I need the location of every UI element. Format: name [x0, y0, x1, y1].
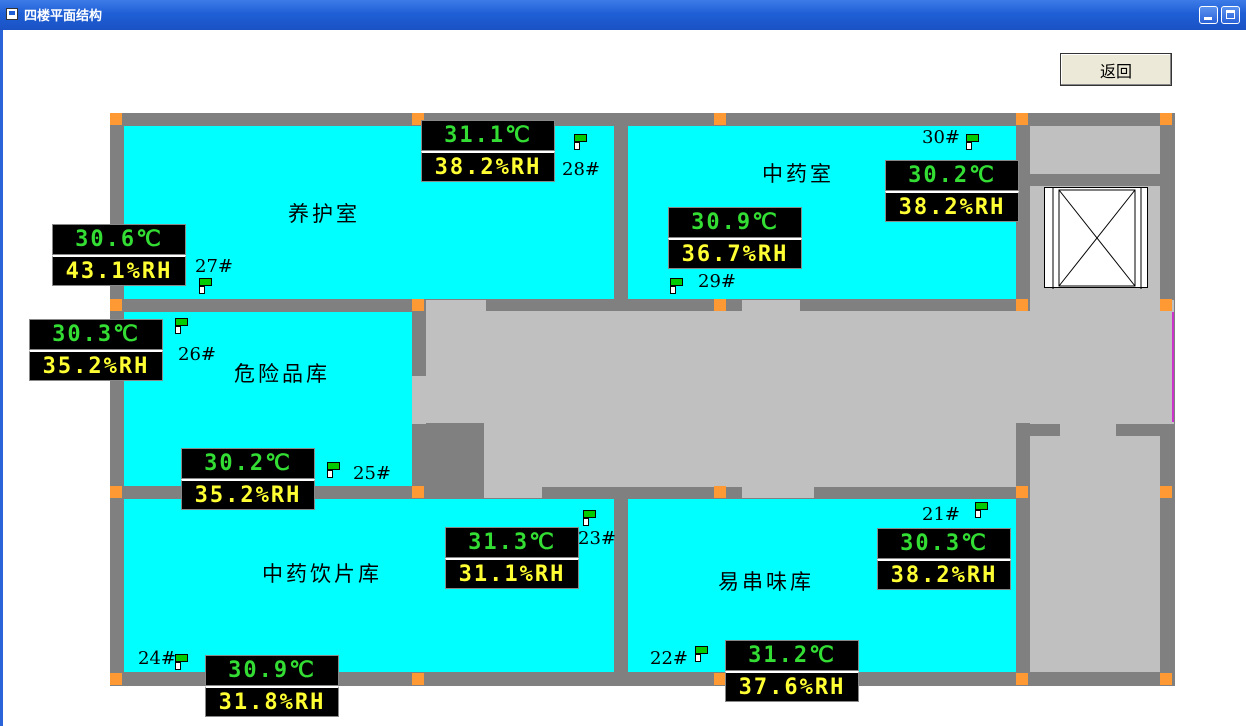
humidity-value: 36.7%RH	[668, 238, 802, 269]
humidity-value: 35.2%RH	[181, 479, 315, 510]
room-label-yinpian: 中药饮片库	[262, 562, 382, 586]
sensor-id-25: 25#	[353, 463, 391, 484]
sensor-reading-22[interactable]: 31.2℃ 37.6%RH	[725, 640, 859, 702]
corridor-wall-stub	[1016, 424, 1060, 436]
sensor-reading-24[interactable]: 30.9℃ 31.8%RH	[205, 655, 339, 717]
temperature-value: 30.9℃	[205, 655, 339, 686]
sensor-flag-icon[interactable]	[692, 646, 708, 662]
temperature-value: 31.1℃	[421, 120, 555, 151]
humidity-value: 38.2%RH	[421, 151, 555, 182]
pillar	[714, 486, 726, 498]
sensor-flag-icon[interactable]	[972, 502, 988, 518]
humidity-value: 43.1%RH	[52, 255, 186, 286]
humidity-value: 38.2%RH	[885, 191, 1019, 222]
corridor-wall-left	[412, 376, 426, 424]
pillar	[714, 299, 726, 311]
pillar	[110, 486, 122, 498]
sensor-id-29: 29#	[698, 271, 736, 292]
room-label-yanghu: 养护室	[288, 202, 360, 226]
temperature-value: 30.6℃	[52, 224, 186, 255]
pillar	[1160, 113, 1172, 125]
elevator-shaft	[1044, 187, 1148, 289]
temperature-value: 30.9℃	[668, 207, 802, 238]
corridor-lower	[542, 423, 1016, 487]
sensor-flag-icon[interactable]	[571, 134, 587, 150]
pillar	[1160, 673, 1172, 685]
humidity-value: 31.8%RH	[205, 686, 339, 717]
pillar	[412, 486, 424, 498]
sensor-reading-29[interactable]: 30.9℃ 36.7%RH	[668, 207, 802, 269]
sensor-flag-icon[interactable]	[172, 318, 188, 334]
sensor-reading-30[interactable]: 30.2℃ 38.2%RH	[885, 160, 1019, 222]
sensor-id-26: 26#	[178, 344, 216, 365]
sensor-id-22: 22#	[650, 648, 688, 669]
temperature-value: 30.2℃	[885, 160, 1019, 191]
sensor-reading-21[interactable]: 30.3℃ 38.2%RH	[877, 528, 1011, 590]
sensor-id-30: 30#	[922, 127, 960, 148]
humidity-value: 37.6%RH	[725, 671, 859, 702]
corridor-lower-left	[484, 423, 542, 498]
pillar	[1160, 299, 1172, 311]
pillar	[412, 299, 424, 311]
sensor-id-28: 28#	[562, 159, 600, 180]
right-wing-bottom-gap	[1060, 423, 1116, 437]
sensor-id-27: 27#	[195, 256, 233, 277]
sensor-id-23: 23#	[578, 528, 616, 549]
pillar	[1016, 299, 1028, 311]
elevator-cross-icon	[1052, 188, 1142, 289]
sensor-reading-23[interactable]: 31.3℃ 31.1%RH	[445, 527, 579, 589]
sensor-reading-25[interactable]: 30.2℃ 35.2%RH	[181, 448, 315, 510]
humidity-value: 35.2%RH	[29, 350, 163, 381]
temperature-value: 30.3℃	[29, 319, 163, 350]
temperature-value: 30.2℃	[181, 448, 315, 479]
pillar	[1016, 113, 1028, 125]
humidity-value: 38.2%RH	[877, 559, 1011, 590]
sensor-flag-icon[interactable]	[196, 278, 212, 294]
temperature-value: 30.3℃	[877, 528, 1011, 559]
sensor-id-24: 24#	[138, 648, 176, 669]
right-wing-bottom	[1030, 436, 1160, 672]
temperature-value: 31.2℃	[725, 640, 859, 671]
room-label-weixianpin: 危险品库	[234, 362, 330, 386]
room-label-yichuanwei: 易串味库	[718, 570, 814, 594]
sensor-flag-icon[interactable]	[963, 134, 979, 150]
pillar	[1016, 673, 1028, 685]
pillar	[110, 673, 122, 685]
pillar	[1016, 486, 1028, 498]
right-wing-hall	[1030, 300, 1174, 424]
floor-plan: 养护室 中药室 危险品库 中药饮片库 易串味库 30.6℃ 43.1%RH 27…	[0, 0, 1246, 726]
sensor-flag-icon[interactable]	[172, 654, 188, 670]
sensor-flag-icon[interactable]	[580, 510, 596, 526]
corridor-lower-door	[742, 486, 814, 498]
pillar	[110, 113, 122, 125]
corridor-upper-door	[742, 300, 800, 312]
humidity-value: 31.1%RH	[445, 558, 579, 589]
pillar	[110, 299, 122, 311]
sensor-id-21: 21#	[922, 504, 960, 525]
corridor-upper-left	[426, 300, 486, 312]
pillar	[412, 673, 424, 685]
room-label-zhongyao: 中药室	[762, 162, 834, 186]
pillar	[1160, 486, 1172, 498]
pillar	[714, 113, 726, 125]
temperature-value: 31.3℃	[445, 527, 579, 558]
east-door	[1172, 312, 1174, 422]
sensor-reading-28[interactable]: 31.1℃ 38.2%RH	[421, 120, 555, 182]
corridor-wall-stub-right	[1116, 424, 1160, 436]
sensor-flag-icon[interactable]	[324, 462, 340, 478]
sensor-reading-27[interactable]: 30.6℃ 43.1%RH	[52, 224, 186, 286]
sensor-flag-icon[interactable]	[667, 278, 683, 294]
right-wing-top	[1030, 126, 1160, 174]
sensor-reading-26[interactable]: 30.3℃ 35.2%RH	[29, 319, 163, 381]
